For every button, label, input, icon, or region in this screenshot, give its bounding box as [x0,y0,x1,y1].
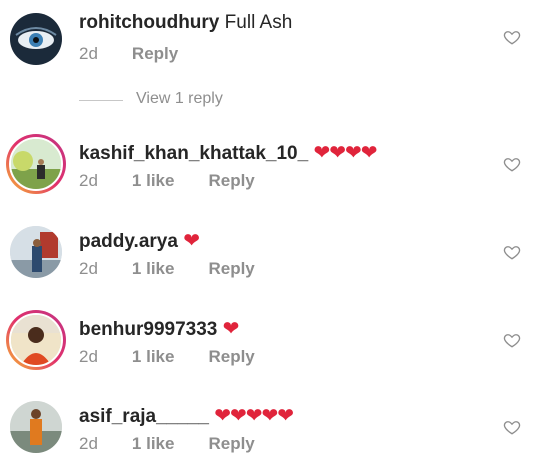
comment-age: 2d [79,171,98,190]
comment-line: asif_raja_____ ❤❤❤❤❤ [79,403,294,428]
avatar[interactable] [10,401,62,453]
avatar[interactable] [6,134,66,194]
heart-outline-icon[interactable] [503,243,521,261]
like-count[interactable]: 1 like [132,434,175,453]
heart-emoji: ❤❤❤❤ [313,142,377,164]
heart-outline-icon[interactable] [503,418,521,436]
comment-item: kashif_khan_khattak_10_ ❤❤❤❤ 2d 1 like Rep… [0,130,538,210]
heart-emoji: ❤ [222,318,240,340]
comment-username[interactable]: rohitchoudhury [79,12,219,33]
reply-button[interactable]: Reply [208,434,254,453]
like-count[interactable]: 1 like [132,347,175,366]
heart-outline-icon[interactable] [503,28,521,46]
comment-item: rohitchoudhury Full Ash 2d Reply [0,10,538,90]
reply-button[interactable]: Reply [132,44,178,63]
comment-username[interactable]: asif_raja_____ [79,406,209,427]
comment-meta: 2d 1 like Reply [79,259,289,279]
view-replies-label[interactable]: View 1 reply [136,90,223,108]
comment-meta: 2d 1 like Reply [79,434,289,454]
like-count[interactable]: 1 like [132,259,175,278]
heart-outline-icon[interactable] [503,331,521,349]
comment-meta: 2d 1 like Reply [79,347,289,367]
like-count[interactable]: 1 like [132,171,175,190]
comment-item: asif_raja_____ ❤❤❤❤❤ 2d 1 like Reply [0,393,538,473]
comment-line: rohitchoudhury Full Ash [79,12,292,34]
avatar[interactable] [6,310,66,370]
comment-item: benhur9997333 ❤ 2d 1 like Reply [0,306,538,386]
comment-username[interactable]: paddy.arya [79,231,178,252]
comment-text: Full Ash [224,12,293,33]
heart-emoji: ❤ [183,230,200,252]
comment-line: benhur9997333 ❤ [79,316,240,341]
comment-item: paddy.arya ❤ 2d 1 like Reply [0,218,538,298]
comment-age: 2d [79,44,98,63]
comment-username[interactable]: kashif_khan_khattak_10_ [79,143,308,164]
comment-age: 2d [79,259,98,278]
heart-emoji: ❤❤❤❤❤ [214,405,294,427]
replies-divider [79,100,123,101]
heart-outline-icon[interactable] [503,155,521,173]
reply-button[interactable]: Reply [208,171,254,190]
reply-button[interactable]: Reply [208,259,254,278]
comment-meta: 2d 1 like Reply [79,171,289,191]
comment-age: 2d [79,434,98,453]
avatar[interactable] [10,226,62,278]
reply-button[interactable]: Reply [208,347,254,366]
comment-username[interactable]: benhur9997333 [79,319,217,340]
comment-line: kashif_khan_khattak_10_ ❤❤❤❤ [79,140,378,165]
comment-meta: 2d Reply [79,44,212,64]
comment-age: 2d [79,347,98,366]
avatar[interactable] [10,13,62,65]
comment-line: paddy.arya ❤ [79,228,200,253]
